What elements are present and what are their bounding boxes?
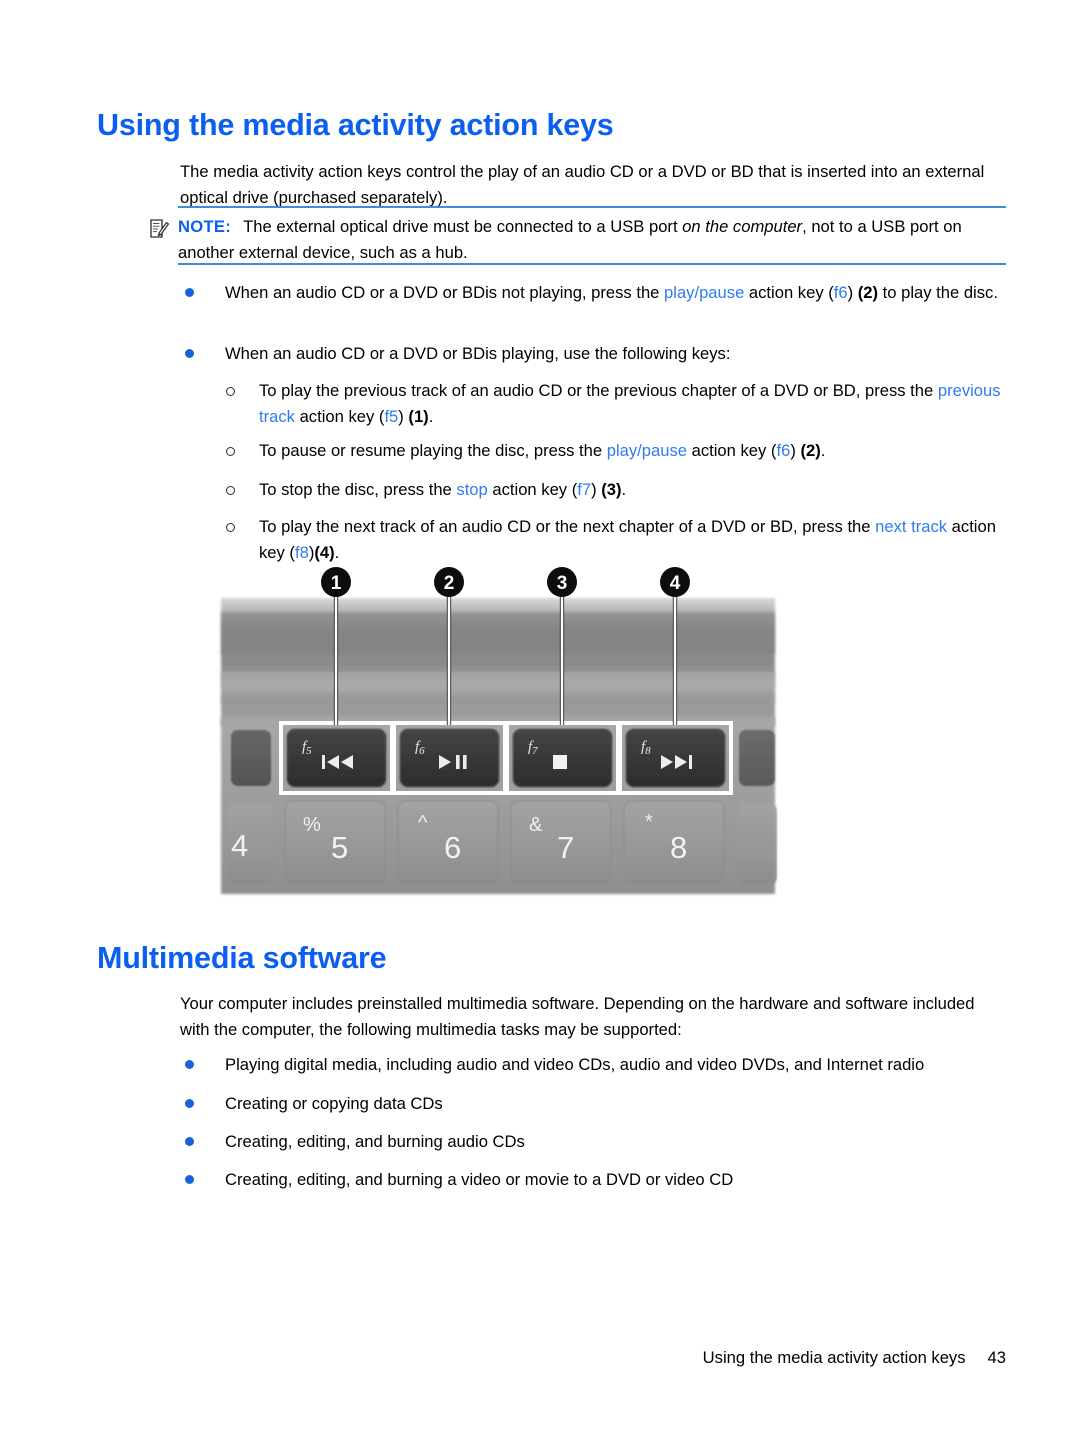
svg-text:%: % <box>303 814 321 836</box>
svg-text:7: 7 <box>557 830 574 865</box>
text-run: ) <box>847 283 858 302</box>
bullet-marker-icon <box>185 1099 194 1108</box>
bullet-marker-icon <box>185 1175 194 1184</box>
list-item-text: Creating, editing, and burning a video o… <box>225 1170 734 1189</box>
sub-list-item: To play the next track of an audio CD or… <box>226 514 1016 565</box>
text-run: When an audio CD or a DVD or BDis not pl… <box>225 283 665 302</box>
list-item: Creating or copying data CDs <box>185 1091 1015 1117</box>
list-item-text: When an audio CD or a DVD or BDis playin… <box>225 341 1015 367</box>
list-item: Creating, editing, and burning audio CDs <box>185 1129 1015 1155</box>
footer-page-number: 43 <box>987 1348 1006 1367</box>
key-reference-link[interactable]: f8 <box>295 543 309 562</box>
callout-number-label: 1 <box>331 573 342 594</box>
callout-reference: (2) <box>800 441 821 460</box>
sub-bullet-marker-icon <box>226 486 235 495</box>
svg-text:8: 8 <box>670 830 687 865</box>
list-item-text: To play the next track of an audio CD or… <box>259 514 1016 565</box>
text-run: ) <box>790 441 801 460</box>
svg-text:4: 4 <box>231 828 248 863</box>
keyboard-figure: f5 f6 f7 f8 4 5 6 7 8 % ^ & * 1 2 3 4 <box>213 566 783 906</box>
svg-text:*: * <box>645 811 653 833</box>
bullet-marker-icon <box>185 288 194 297</box>
footer-running-title: Using the media activity action keys <box>702 1348 966 1367</box>
list-item: When an audio CD or a DVD or BDis playin… <box>185 341 1015 367</box>
text-run: To stop the disc, press the <box>259 480 457 499</box>
text-run: . <box>428 406 434 426</box>
text-run: When an audio CD or a DVD or BDis playin… <box>225 344 731 363</box>
sub-list-item: To pause or resume playing the disc, pre… <box>226 438 1016 464</box>
list-item-text: To stop the disc, press the stop action … <box>259 477 1016 503</box>
text-run: action key ( <box>744 283 834 302</box>
bullet-marker-icon <box>185 1137 194 1146</box>
list-item-text: Creating, editing, and burning audio CDs <box>225 1132 525 1151</box>
text-run: ) <box>591 480 602 499</box>
note-text: NOTE: The external optical drive must be … <box>178 214 1004 265</box>
list-item-text: When an audio CD or a DVD or BDis not pl… <box>225 280 1015 306</box>
list-item-text: Creating or copying data CDs <box>225 1094 443 1113</box>
key-reference-link[interactable]: f5 <box>384 407 398 426</box>
bullet-marker-icon <box>185 349 194 358</box>
note-rule-top <box>178 206 1006 208</box>
bullet-marker-icon <box>185 1060 194 1069</box>
sub-bullet-marker-icon <box>226 387 235 396</box>
svg-text:&: & <box>529 814 543 836</box>
key-reference-link[interactable]: play/pause <box>664 283 744 302</box>
callout-reference: (1) <box>408 406 429 426</box>
callout-number-label: 2 <box>444 573 455 594</box>
text-run: action key ( <box>687 441 777 460</box>
callout-reference: (4) <box>314 542 335 562</box>
callout-reference: (3) <box>601 480 622 499</box>
text-run: to play the disc. <box>878 283 998 302</box>
svg-text:^: ^ <box>418 812 428 834</box>
list-item-text: Playing digital media, including audio a… <box>225 1055 925 1074</box>
note-text-part-1: The external optical drive must be conne… <box>243 217 683 236</box>
list-item: When an audio CD or a DVD or BDis not pl… <box>185 280 1015 306</box>
text-run: To play the next track of an audio CD or… <box>259 517 876 536</box>
text-run: . <box>621 480 627 499</box>
keyboard-photo: f5 f6 f7 f8 4 5 6 7 8 % ^ & * 1 2 3 4 <box>213 566 783 906</box>
key-reference-link[interactable]: f7 <box>577 480 591 499</box>
sub-bullet-marker-icon <box>226 523 235 532</box>
list-item: Playing digital media, including audio a… <box>185 1052 1015 1078</box>
sub-list-item: To stop the disc, press the stop action … <box>226 477 1016 503</box>
callout-number-label: 3 <box>557 573 568 594</box>
page-footer: Using the media activity action keys 43 <box>0 1348 1006 1368</box>
list-item-text: To pause or resume playing the disc, pre… <box>259 438 1016 464</box>
callout-number-label: 4 <box>670 573 681 594</box>
key-reference-link[interactable]: f6 <box>776 441 790 460</box>
note-text-italic: on the computer <box>682 217 803 236</box>
list-item: Creating, editing, and burning a video o… <box>185 1167 1015 1193</box>
text-run: To pause or resume playing the disc, pre… <box>259 441 607 460</box>
callout-reference: (2) <box>857 283 879 302</box>
text-run: action key ( <box>294 406 385 426</box>
key-reference-link[interactable]: next track <box>875 517 947 536</box>
text-run: ) <box>398 406 409 426</box>
intro-paragraph-media-keys: The media activity action keys control t… <box>180 162 985 207</box>
key-reference-link[interactable]: play/pause <box>607 441 687 460</box>
document-page: Using the media activity action keys The… <box>0 0 1080 1437</box>
svg-text:5: 5 <box>331 830 348 865</box>
text-run: To play the previous track of an audio C… <box>259 381 938 400</box>
page-title-media-keys: Using the media activity action keys <box>97 108 614 142</box>
list-item-text: To play the previous track of an audio C… <box>259 378 1016 429</box>
svg-text:6: 6 <box>444 830 461 865</box>
text-run: . <box>820 441 826 460</box>
sub-bullet-marker-icon <box>226 447 235 456</box>
text-run: action key ( <box>487 480 578 499</box>
note-label: NOTE: <box>178 217 232 236</box>
intro-paragraph-multimedia: Your computer includes preinstalled mult… <box>180 994 975 1039</box>
key-reference-link[interactable]: stop <box>456 480 487 499</box>
text-run: . <box>334 542 340 562</box>
page-title-multimedia-software: Multimedia software <box>97 941 387 975</box>
note-pencil-icon <box>148 218 170 240</box>
key-reference-link[interactable]: f6 <box>834 283 848 302</box>
sub-list-item: To play the previous track of an audio C… <box>226 378 1016 429</box>
